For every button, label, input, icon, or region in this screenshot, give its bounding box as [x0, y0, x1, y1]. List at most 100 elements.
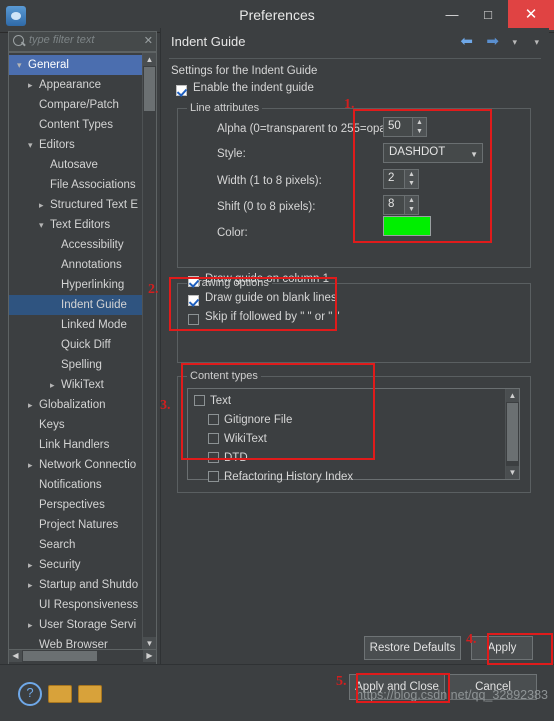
tree-item-accessibility[interactable]: Accessibility: [9, 235, 142, 255]
tree-item-content-types[interactable]: Content Types: [9, 115, 142, 135]
tree-item-ui-responsiveness[interactable]: UI Responsiveness: [9, 595, 142, 615]
tree-item-appearance[interactable]: ▸ Appearance: [9, 75, 142, 95]
spinner-down-icon[interactable]: ▼: [413, 127, 426, 136]
enable-indent-guide-checkbox[interactable]: [176, 85, 187, 96]
tree-item-user-storage-servi[interactable]: ▸ User Storage Servi: [9, 615, 142, 635]
chevron-right-icon[interactable]: ▸: [28, 395, 33, 415]
content-type-checkbox-0[interactable]: [194, 395, 205, 406]
tree-item-structured-text-e[interactable]: ▸ Structured Text E: [9, 195, 142, 215]
back-arrow-icon[interactable]: ⬅: [460, 32, 473, 50]
tree-item-autosave[interactable]: Autosave: [9, 155, 142, 175]
preferences-dialog: Preferences — □ ✕ type filter text ✕ ▾ Ge…: [0, 0, 554, 721]
width-spinner-buttons[interactable]: ▲ ▼: [404, 170, 418, 188]
content-type-checkbox-1[interactable]: [208, 414, 219, 425]
alpha-spinner[interactable]: 50 ▲ ▼: [383, 117, 427, 137]
chevron-right-icon[interactable]: ▸: [28, 455, 33, 475]
tree-item-compare-patch[interactable]: Compare/Patch: [9, 95, 142, 115]
scrollbar-thumb[interactable]: [144, 67, 155, 111]
tree-item-label: Security: [39, 559, 81, 571]
color-swatch-button[interactable]: [383, 216, 431, 236]
tree-item-notifications[interactable]: Notifications: [9, 475, 142, 495]
chevron-right-icon[interactable]: ▸: [28, 555, 33, 575]
tree-item-link-handlers[interactable]: Link Handlers: [9, 435, 142, 455]
chevron-right-icon[interactable]: ▸: [28, 615, 33, 635]
minimize-button[interactable]: —: [434, 0, 470, 30]
tree-item-general[interactable]: ▾ General: [9, 55, 142, 75]
tree-item-label: Project Natures: [39, 519, 119, 531]
drawing-option-checkbox-2[interactable]: [188, 314, 199, 325]
tree-item-label: Indent Guide: [61, 299, 127, 311]
tree-horizontal-scrollbar[interactable]: ◀ ▶: [8, 649, 157, 665]
chevron-right-icon[interactable]: ▸: [50, 375, 55, 395]
chevron-down-icon[interactable]: ▾: [28, 135, 33, 155]
chevron-down-icon-style[interactable]: ▼: [470, 150, 478, 159]
tree-item-keys[interactable]: Keys: [9, 415, 142, 435]
chevron-down-icon-1[interactable]: ▾: [512, 37, 517, 48]
chevron-right-icon[interactable]: ▸: [28, 75, 33, 95]
tree-item-label: Autosave: [50, 159, 98, 171]
tree-vertical-scrollbar[interactable]: ▲ ▼: [142, 53, 156, 650]
close-button[interactable]: ✕: [508, 0, 554, 30]
forward-arrow-icon[interactable]: ➡: [486, 32, 499, 50]
chevron-right-icon[interactable]: ▸: [28, 575, 33, 595]
tree-item-indent-guide[interactable]: Indent Guide: [9, 295, 142, 315]
tree-item-spelling[interactable]: Spelling: [9, 355, 142, 375]
help-icon[interactable]: ?: [18, 682, 42, 706]
clear-search-icon[interactable]: ✕: [144, 34, 153, 47]
drawing-option-checkbox-0[interactable]: [188, 276, 199, 287]
spinner-up-icon[interactable]: ▲: [405, 170, 418, 179]
export-icon[interactable]: [78, 685, 102, 703]
spinner-down-icon[interactable]: ▼: [405, 205, 418, 214]
shift-value: 8: [388, 198, 395, 210]
scrollbar-thumb[interactable]: [507, 403, 518, 461]
tree-item-editors[interactable]: ▾ Editors: [9, 135, 142, 155]
import-icon[interactable]: [48, 685, 72, 703]
shift-spinner-buttons[interactable]: ▲ ▼: [404, 196, 418, 214]
filter-search-input[interactable]: type filter text ✕: [8, 31, 157, 52]
scrollbar-thumb-horizontal[interactable]: [23, 651, 97, 661]
tree-item-security[interactable]: ▸ Security: [9, 555, 142, 575]
tree-item-text-editors[interactable]: ▾ Text Editors: [9, 215, 142, 235]
scroll-left-icon[interactable]: ◀: [9, 650, 22, 662]
tree-item-hyperlinking[interactable]: Hyperlinking: [9, 275, 142, 295]
tree-item-quick-diff[interactable]: Quick Diff: [9, 335, 142, 355]
tree-item-file-associations[interactable]: File Associations: [9, 175, 142, 195]
tree-item-startup-and-shutdo[interactable]: ▸ Startup and Shutdo: [9, 575, 142, 595]
tree-item-network-connectio[interactable]: ▸ Network Connectio: [9, 455, 142, 475]
shift-spinner[interactable]: 8 ▲ ▼: [383, 195, 419, 215]
content-type-checkbox-2[interactable]: [208, 433, 219, 444]
tree-item-annotations[interactable]: Annotations: [9, 255, 142, 275]
preferences-tree[interactable]: ▾ General ▸ Appearance Compare/Patch Content …: [8, 52, 157, 651]
scroll-up-icon[interactable]: ▲: [506, 389, 519, 402]
tree-item-label: Keys: [39, 419, 65, 431]
content-types-scrollbar[interactable]: ▲ ▼: [505, 389, 519, 479]
spinner-up-icon[interactable]: ▲: [413, 118, 426, 127]
spinner-up-icon[interactable]: ▲: [405, 196, 418, 205]
chevron-right-icon[interactable]: ▸: [39, 195, 44, 215]
content-type-checkbox-4[interactable]: [208, 471, 219, 482]
spinner-down-icon[interactable]: ▼: [405, 179, 418, 188]
apply-button[interactable]: Apply: [471, 636, 533, 660]
tree-item-globalization[interactable]: ▸ Globalization: [9, 395, 142, 415]
drawing-option-checkbox-1[interactable]: [188, 295, 199, 306]
tree-item-wikitext[interactable]: ▸ WikiText: [9, 375, 142, 395]
drawing-option-label-0: Draw guide on column 1: [205, 273, 330, 285]
width-spinner[interactable]: 2 ▲ ▼: [383, 169, 419, 189]
chevron-down-icon[interactable]: ▾: [17, 55, 22, 75]
maximize-button[interactable]: □: [470, 0, 506, 30]
content-type-checkbox-3[interactable]: [208, 452, 219, 463]
tree-item-linked-mode[interactable]: Linked Mode: [9, 315, 142, 335]
chevron-down-icon-2[interactable]: ▾: [534, 37, 539, 48]
scroll-down-icon[interactable]: ▼: [506, 466, 519, 479]
content-types-listbox[interactable]: Text Gitignore File WikiText DTD Refactoring…: [187, 388, 520, 483]
tree-item-project-natures[interactable]: Project Natures: [9, 515, 142, 535]
restore-defaults-button[interactable]: Restore Defaults: [364, 636, 461, 660]
chevron-down-icon[interactable]: ▾: [39, 215, 44, 235]
tree-item-label: Notifications: [39, 479, 102, 491]
alpha-spinner-buttons[interactable]: ▲ ▼: [412, 118, 426, 136]
scroll-right-icon[interactable]: ▶: [143, 650, 156, 662]
tree-item-search[interactable]: Search: [9, 535, 142, 555]
scroll-up-icon[interactable]: ▲: [143, 53, 156, 66]
tree-item-perspectives[interactable]: Perspectives: [9, 495, 142, 515]
style-combobox[interactable]: DASHDOT ▼: [383, 143, 483, 163]
